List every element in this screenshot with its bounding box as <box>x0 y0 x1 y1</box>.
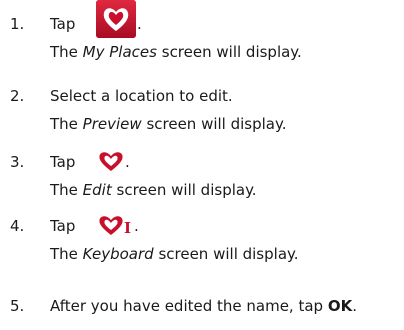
step-action: Select a location to edit. <box>50 87 233 105</box>
step-action: Tap <box>50 153 76 171</box>
screen-name: Edit <box>82 181 112 199</box>
ok-label: OK <box>327 297 353 315</box>
step-action-suffix: . <box>125 153 130 171</box>
screen-name: My Places <box>82 43 157 61</box>
text-cursor-icon: I <box>124 219 132 237</box>
heart-button-icon <box>96 0 136 38</box>
screen-name: Preview <box>82 115 142 133</box>
step-number: 3. <box>10 153 25 171</box>
heart-edit-icon <box>98 214 124 240</box>
step-action: After you have edited the name, tap OK. <box>50 297 357 315</box>
heart-outline-icon <box>98 150 124 176</box>
step-number: 4. <box>10 217 25 235</box>
step-number: 1. <box>10 15 25 33</box>
screen-name: Keyboard <box>82 245 154 263</box>
step-result: The Keyboard screen will display. <box>50 245 299 263</box>
step-action: Tap <box>50 15 76 33</box>
step-action: Tap <box>50 217 76 235</box>
step-result: The Edit screen will display. <box>50 181 257 199</box>
step-action-suffix: . <box>137 15 142 33</box>
step-action-suffix: . <box>134 217 139 235</box>
step-number: 2. <box>10 87 25 105</box>
step-number: 5. <box>10 297 25 315</box>
step-result: The Preview screen will display. <box>50 115 287 133</box>
step-result: The My Places screen will display. <box>50 43 302 61</box>
